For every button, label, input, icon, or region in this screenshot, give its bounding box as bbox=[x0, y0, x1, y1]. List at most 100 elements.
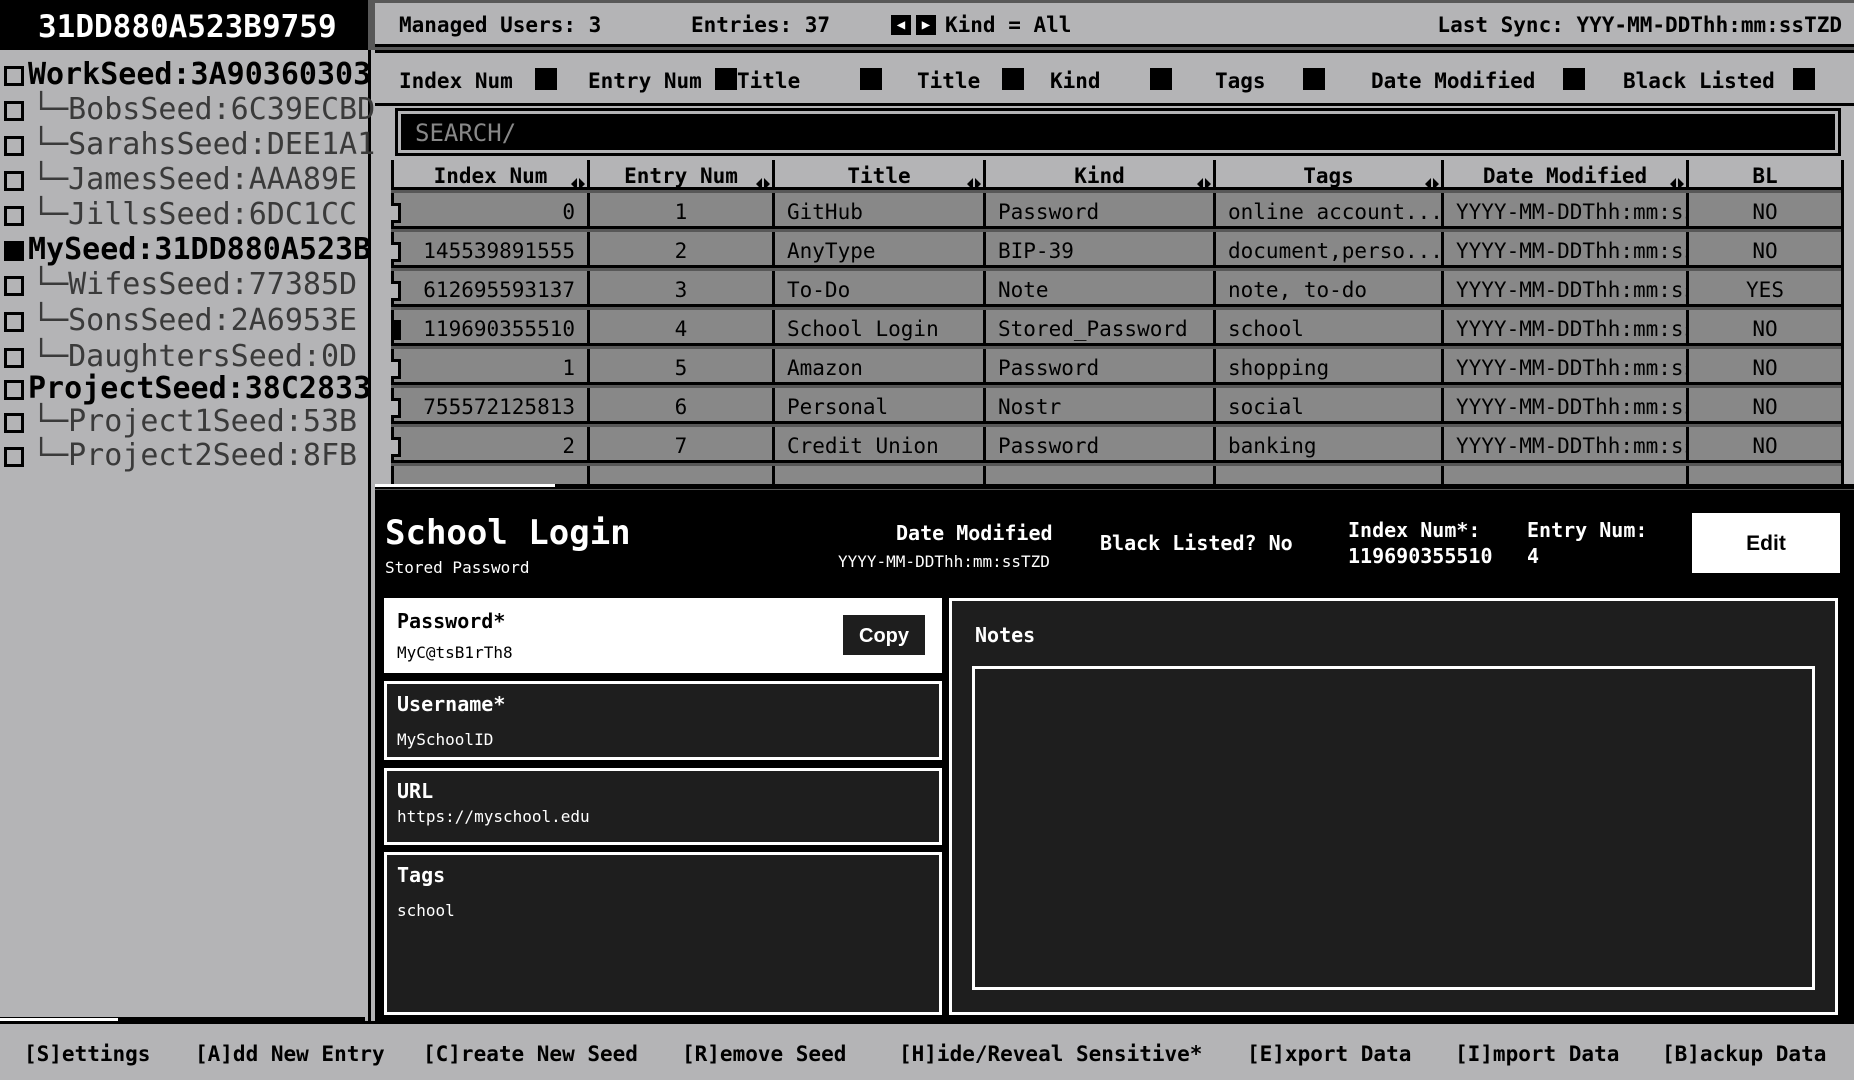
notes-textarea[interactable] bbox=[972, 666, 1815, 990]
column-header[interactable]: Kind bbox=[983, 160, 1213, 190]
url-label: URL bbox=[397, 779, 434, 803]
column-toggle-checkbox[interactable] bbox=[1563, 68, 1585, 90]
row-checkbox[interactable] bbox=[391, 242, 401, 262]
command-item[interactable]: [R]emove Seed bbox=[682, 1042, 846, 1066]
seed-checkbox[interactable] bbox=[4, 380, 24, 400]
notes-panel: Notes bbox=[949, 598, 1838, 1015]
column-toggle[interactable]: Index Num bbox=[399, 67, 513, 95]
sort-icon[interactable] bbox=[1425, 168, 1439, 190]
column-header[interactable]: BL bbox=[1686, 160, 1841, 190]
command-item[interactable]: [C]reate New Seed bbox=[423, 1042, 638, 1066]
seed-label: └─SarahsSeed:DEE1A1 bbox=[32, 127, 375, 162]
sort-icon[interactable] bbox=[571, 168, 585, 190]
seed-checkbox[interactable] bbox=[4, 206, 24, 226]
column-toggle[interactable]: Entry Num bbox=[588, 67, 702, 95]
table-cell: NO bbox=[1686, 388, 1841, 424]
edit-button[interactable]: Edit bbox=[1692, 513, 1840, 573]
column-header[interactable]: Entry Num bbox=[587, 160, 772, 190]
column-toggle-checkbox[interactable] bbox=[535, 68, 557, 90]
table-cell: 5 bbox=[587, 349, 772, 385]
command-item[interactable]: [I]mport Data bbox=[1455, 1042, 1619, 1066]
table-cell: Personal bbox=[772, 388, 983, 424]
column-toggle-label: Kind bbox=[1050, 69, 1101, 93]
seed-checkbox[interactable] bbox=[4, 241, 24, 261]
seed-checkbox[interactable] bbox=[4, 348, 24, 368]
row-checkbox[interactable] bbox=[391, 320, 401, 340]
column-toggle[interactable]: Title bbox=[737, 67, 800, 95]
search-input[interactable]: SEARCH/ bbox=[395, 108, 1841, 156]
table-row[interactable]: 119690355510 4 School Login Stored_Password… bbox=[391, 310, 1841, 349]
table-row[interactable]: 0 1 GitHub Password online account... YYYY-MM… bbox=[391, 193, 1841, 232]
seed-checkbox[interactable] bbox=[4, 136, 24, 156]
table-cell: YES bbox=[1686, 271, 1841, 307]
column-toggle-label: Entry Num bbox=[588, 69, 702, 93]
sort-icon[interactable] bbox=[1197, 168, 1211, 190]
tags-value: school bbox=[397, 901, 455, 920]
seed-checkbox[interactable] bbox=[4, 66, 24, 86]
row-checkbox[interactable] bbox=[391, 359, 401, 379]
column-header[interactable]: Title bbox=[772, 160, 983, 190]
row-checkbox[interactable] bbox=[391, 398, 401, 418]
column-toggle-checkbox[interactable] bbox=[1793, 68, 1815, 90]
table-cell: Password bbox=[983, 349, 1213, 385]
column-toggle-label: Title bbox=[917, 69, 981, 93]
sort-icon[interactable] bbox=[756, 168, 770, 190]
table-cell: 6 bbox=[587, 388, 772, 424]
seed-checkbox[interactable] bbox=[4, 413, 24, 433]
seed-checkbox[interactable] bbox=[4, 171, 24, 191]
seed-checkbox[interactable] bbox=[4, 312, 24, 332]
column-header[interactable]: Date Modified bbox=[1441, 160, 1686, 190]
command-item[interactable]: [H]ide/Reveal Sensitive* bbox=[899, 1042, 1202, 1066]
table-scrollbar[interactable] bbox=[1841, 160, 1854, 487]
column-toggle[interactable]: Title bbox=[917, 67, 980, 95]
table-row[interactable]: 2 7 Credit Union Password banking YYYY-MM-DDT… bbox=[391, 427, 1841, 466]
column-toggle-checkbox[interactable] bbox=[1002, 68, 1024, 90]
kind-next-icon[interactable]: ▶ bbox=[916, 15, 936, 35]
column-toggle[interactable]: Date Modified bbox=[1371, 67, 1535, 95]
column-toggle-checkbox[interactable] bbox=[860, 68, 882, 90]
seed-checkbox[interactable] bbox=[4, 276, 24, 296]
table-row[interactable]: 755572125813 6 Personal Nostr social YYYY-MM-… bbox=[391, 388, 1841, 427]
sidebar-scrollbar[interactable] bbox=[368, 50, 371, 1021]
table-row[interactable]: 612695593137 3 To-Do Note note, to-do YYYY-MM… bbox=[391, 271, 1841, 310]
command-item[interactable]: [S]ettings bbox=[24, 1042, 150, 1066]
command-item[interactable]: [B]ackup Data bbox=[1662, 1042, 1826, 1066]
table-row[interactable]: 145539891555 2 AnyType BIP-39 document,perso… bbox=[391, 232, 1841, 271]
entries-table: Index Num Entry Num Title Kind Tags Date Modi… bbox=[391, 160, 1841, 487]
table-cell: document,perso... bbox=[1213, 232, 1441, 268]
column-toggle-checkbox[interactable] bbox=[1303, 68, 1325, 90]
url-value[interactable]: https://myschool.edu bbox=[397, 807, 590, 826]
seed-checkbox[interactable] bbox=[4, 101, 24, 121]
column-header[interactable]: Index Num bbox=[391, 160, 587, 190]
column-toggle-checkbox[interactable] bbox=[1150, 68, 1172, 90]
command-item[interactable]: [A]dd New Entry bbox=[195, 1042, 385, 1066]
row-checkbox[interactable] bbox=[391, 437, 401, 457]
table-cell: 3 bbox=[587, 271, 772, 307]
row-checkbox[interactable] bbox=[391, 281, 401, 301]
column-toggle[interactable]: Black Listed bbox=[1623, 67, 1775, 95]
column-toggle[interactable]: Tags bbox=[1215, 67, 1266, 95]
sort-icon[interactable] bbox=[1670, 168, 1684, 190]
notes-label: Notes bbox=[975, 623, 1036, 647]
column-toggle-label: Date Modified bbox=[1371, 69, 1536, 93]
column-header-label: Title bbox=[847, 164, 911, 188]
date-modified-value: YYYY-MM-DDThh:mm:ssTZD bbox=[838, 552, 1050, 571]
table-row[interactable]: 1 5 Amazon Password shopping YYYY-MM-DDThh:mm… bbox=[391, 349, 1841, 388]
row-checkbox[interactable] bbox=[391, 203, 401, 223]
kind-prev-icon[interactable]: ◀ bbox=[891, 15, 911, 35]
kind-filter[interactable]: Kind = All bbox=[945, 3, 1071, 47]
index-num-value: 119690355510 bbox=[1348, 544, 1493, 568]
table-cell: banking bbox=[1213, 427, 1441, 463]
command-item[interactable]: [E]xport Data bbox=[1247, 1042, 1411, 1066]
column-toggle-checkbox[interactable] bbox=[715, 68, 737, 90]
column-toggle-label: Tags bbox=[1215, 69, 1266, 93]
column-header[interactable]: Tags bbox=[1213, 160, 1441, 190]
table-cell: 1 bbox=[391, 349, 587, 385]
table-cell: note, to-do bbox=[1213, 271, 1441, 307]
table-cell: YYYY-MM-DDThh:mm:ssTZD bbox=[1441, 232, 1686, 268]
column-toggle[interactable]: Kind bbox=[1050, 67, 1101, 95]
seed-label: └─WifesSeed:77385D bbox=[32, 267, 358, 302]
copy-button[interactable]: Copy bbox=[843, 615, 925, 655]
seed-checkbox[interactable] bbox=[4, 447, 24, 467]
sort-icon[interactable] bbox=[967, 168, 981, 190]
